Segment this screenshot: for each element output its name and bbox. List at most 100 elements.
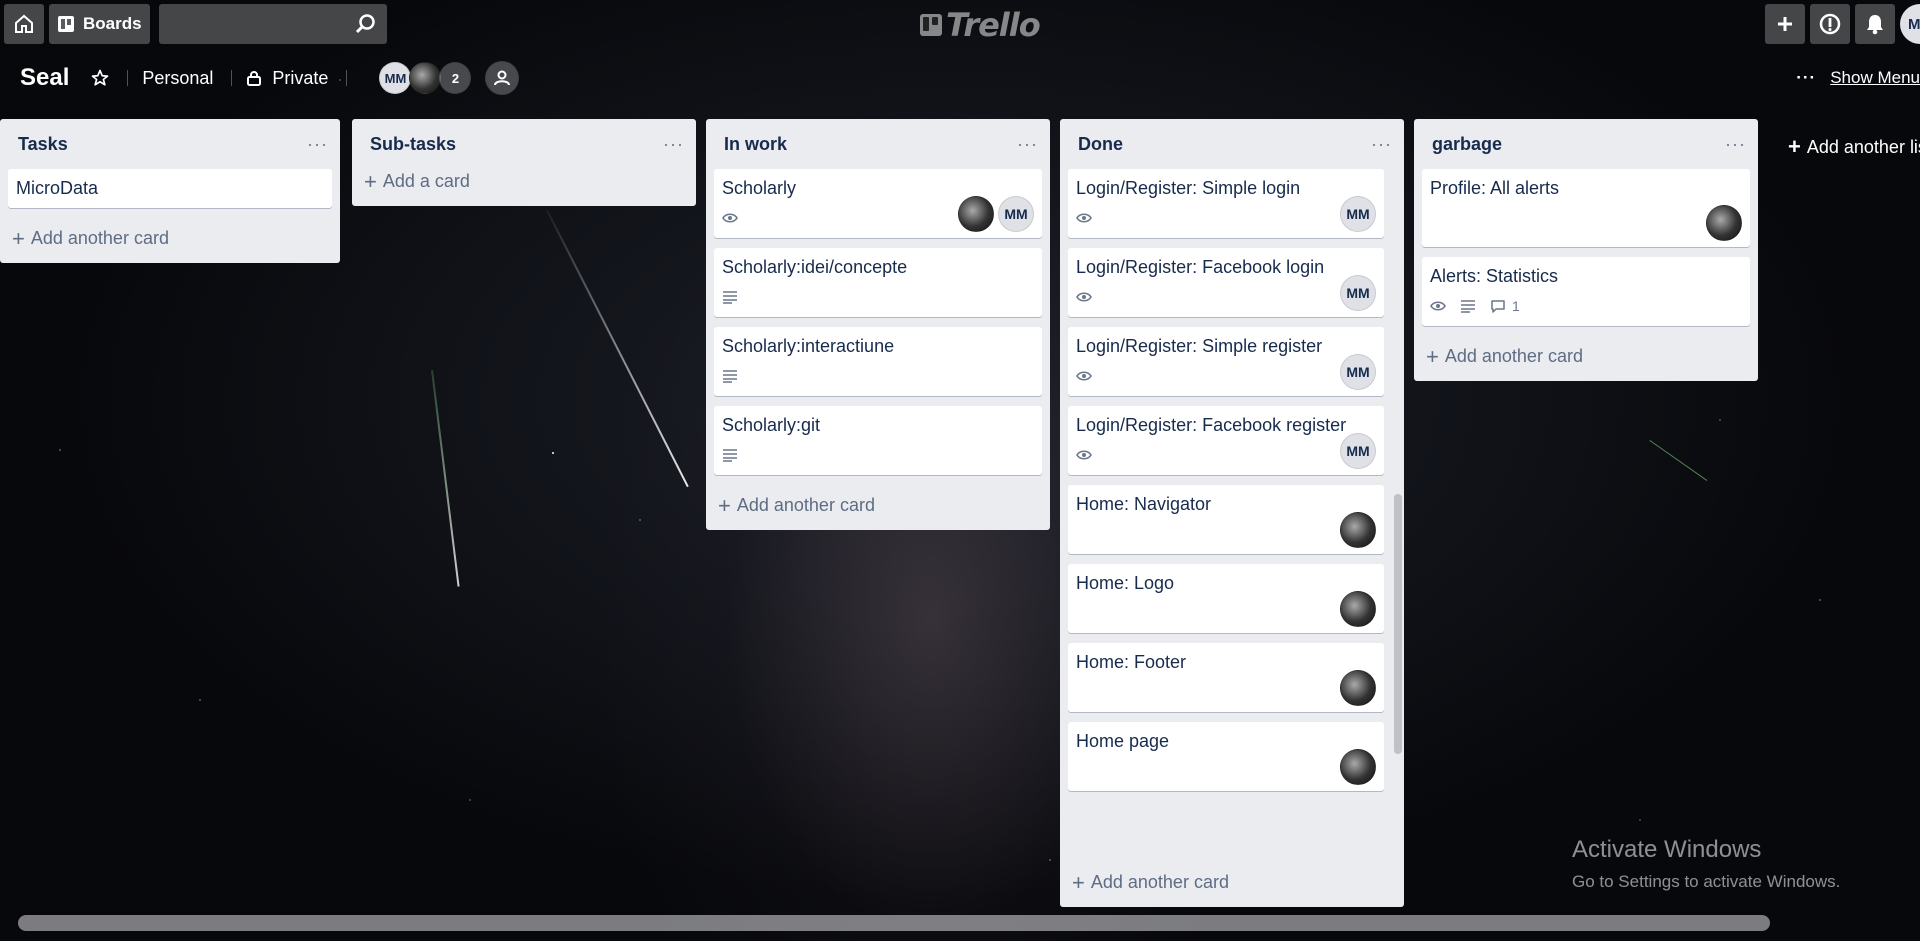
invite-button[interactable] [485,61,520,95]
star-board-button[interactable] [91,69,109,87]
star-icon [92,69,109,86]
add-card-button[interactable]: + Add another card [8,218,332,263]
plus-icon: + [1426,343,1439,369]
create-button[interactable] [1765,4,1805,44]
card-member-avatar-photo[interactable] [1340,591,1376,627]
card-title: Scholarly:interactiune [722,336,895,356]
add-card-button[interactable]: + Add a card [360,169,688,206]
team-button[interactable]: Personal [142,68,213,89]
list-sub-tasks: Sub-tasks ··· + Add a card [352,119,696,206]
card-member-avatar[interactable]: MM [1340,433,1376,469]
list-title[interactable]: Done [1078,134,1123,155]
card-member-avatar[interactable]: MM [1340,196,1376,232]
card-member-avatar[interactable]: MM [1340,354,1376,390]
card-member-avatar-photo[interactable] [1340,670,1376,706]
home-button[interactable] [4,4,44,44]
card-title: Login/Register: Simple register [1076,336,1323,356]
add-member-icon [494,70,511,86]
card-title: Scholarly:git [722,415,821,435]
search-input[interactable] [158,4,387,44]
boards-label: Boards [83,14,142,33]
list-menu-icon[interactable]: ··· [663,134,684,155]
plus-icon: + [1788,134,1801,159]
list-tasks: Tasks ··· MicroData + Add another card [0,119,340,263]
meteor-streak [1649,440,1708,481]
card[interactable]: Scholarly:interactiune [714,327,1042,396]
card-member-avatar-photo[interactable] [958,196,994,232]
list-title[interactable]: In work [724,134,787,155]
card[interactable]: Profile: All alerts [1422,169,1750,247]
watermark-subtitle: Go to Settings to activate Windows. [1572,872,1841,891]
card-title: Home: Logo [1076,573,1175,593]
plus-icon: + [718,492,731,518]
eye-icon [1430,301,1446,311]
list-menu-icon[interactable]: ··· [1725,134,1746,155]
list-menu-icon[interactable]: ··· [307,134,328,155]
card[interactable]: Home: Navigator [1068,485,1384,554]
card-member-avatar-photo[interactable] [1340,512,1376,548]
card[interactable]: Home page [1068,722,1384,791]
list-menu-icon[interactable]: ··· [1017,134,1038,155]
bell-icon [1867,15,1883,35]
add-card-label: Add another card [1090,872,1229,892]
info-button[interactable] [1810,4,1850,44]
card[interactable]: Scholarly MM [714,169,1042,238]
card[interactable]: Login/Register: Simple login MM [1068,169,1384,238]
card[interactable]: Alerts: Statistics 1 [1422,257,1750,326]
description-icon [723,449,737,462]
boards-button[interactable]: Boards [49,4,150,44]
list-scrollbar[interactable] [1394,494,1402,754]
description-icon [1461,300,1475,313]
card-title: Home page [1076,731,1170,751]
list-cards-scroll[interactable]: Login/Register: Simple login MM Login/Re… [1068,169,1396,859]
card[interactable]: Scholarly:git [714,406,1042,475]
add-card-button[interactable]: + Add another card [1422,336,1750,381]
board-title[interactable]: Seal [20,64,69,92]
windows-activation-watermark: Activate Windows Go to Settings to activ… [1572,836,1840,892]
show-menu-button[interactable]: ··· Show Menu [1796,68,1920,88]
trello-logo[interactable]: Trello [920,6,1041,44]
card-member-avatar-photo[interactable] [1340,749,1376,785]
card[interactable]: MicroData [8,169,332,208]
card-member-avatar[interactable]: MM [1340,275,1376,311]
description-icon [723,370,737,383]
list-title[interactable]: Sub-tasks [370,134,456,155]
card[interactable]: Home: Footer [1068,643,1384,712]
divider [127,70,129,86]
more-icon: ··· [1796,68,1817,87]
add-card-label: Add another card [1444,346,1583,366]
lock-icon [247,71,262,86]
card-member-avatar[interactable]: MM [998,196,1034,232]
user-avatar[interactable]: MM [1900,4,1920,44]
search-icon[interactable] [355,13,377,40]
eye-icon [722,213,738,223]
card-title: Login/Register: Simple login [1076,178,1301,198]
card[interactable]: Login/Register: Simple register MM [1068,327,1384,396]
comment-icon [1491,300,1505,313]
member-avatar[interactable]: MM [379,62,412,94]
trello-logo-icon [920,14,942,36]
boards-icon [58,16,74,32]
list-title[interactable]: Tasks [18,134,68,155]
card-title: Login/Register: Facebook register [1076,415,1347,435]
list-menu-icon[interactable]: ··· [1371,134,1392,155]
member-avatar-photo[interactable] [409,62,442,94]
add-card-button[interactable]: + Add another card [1068,866,1233,907]
notifications-button[interactable] [1855,4,1895,44]
card[interactable]: Login/Register: Facebook login MM [1068,248,1384,317]
card[interactable]: Login/Register: Facebook register MM [1068,406,1384,475]
card[interactable]: Scholarly:idei/concepte [714,248,1042,317]
plus-icon [1778,17,1792,31]
member-count-badge[interactable]: 2 [439,62,472,94]
visibility-button[interactable]: Private [246,68,328,89]
plus-icon: + [12,225,25,251]
card[interactable]: Home: Logo [1068,564,1384,633]
list-title[interactable]: garbage [1432,134,1502,155]
card-member-avatar-photo[interactable] [1706,205,1742,241]
card-title: Profile: All alerts [1430,178,1560,198]
board-horizontal-scrollbar[interactable] [18,915,1770,931]
card-title: Home: Footer [1076,652,1187,672]
add-card-button[interactable]: + Add another card [714,485,1042,530]
card-title: Scholarly:idei/concepte [722,257,908,277]
add-list-button[interactable]: + Add another list [1788,134,1920,160]
